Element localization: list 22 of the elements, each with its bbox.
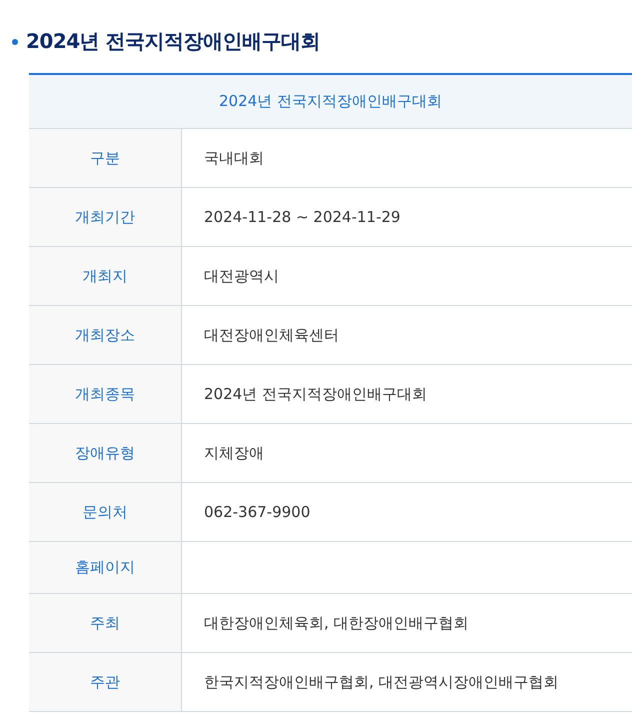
bullet-icon xyxy=(12,38,18,44)
row-label: 주관 xyxy=(29,653,182,711)
table-caption: 2024년 전국지적장애인배구대회 xyxy=(29,75,632,129)
row-value: 2024년 전국지적장애인배구대회 xyxy=(203,384,428,404)
row-label: 문의처 xyxy=(29,483,182,541)
row-value: 대전광역시 xyxy=(203,266,280,286)
page-title: 2024년 전국지적장애인배구대회 xyxy=(26,28,320,55)
row-label: 개최지 xyxy=(29,247,182,305)
row-label: 주최 xyxy=(29,594,182,652)
row-value: 2024-11-28 ~ 2024-11-29 xyxy=(203,207,402,228)
row-label: 개최기간 xyxy=(29,188,182,246)
row-label: 개최장소 xyxy=(29,306,182,364)
row-label: 장애유형 xyxy=(29,424,182,482)
row-value: 국내대회 xyxy=(203,148,265,168)
row-value: 대한장애인체육회, 대한장애인배구협회 xyxy=(203,612,470,634)
row-value: 대전장애인체육센터 xyxy=(203,324,340,346)
row-label: 홈페이지 xyxy=(29,542,182,593)
row-value: 한국지적장애인배구협회, 대전광역시장애인배구협회 xyxy=(203,672,560,692)
row-label: 구분 xyxy=(29,129,182,187)
row-value: 062-367-9900 xyxy=(203,502,312,523)
row-label: 개최종목 xyxy=(29,365,182,423)
row-value: 지체장애 xyxy=(203,442,265,464)
